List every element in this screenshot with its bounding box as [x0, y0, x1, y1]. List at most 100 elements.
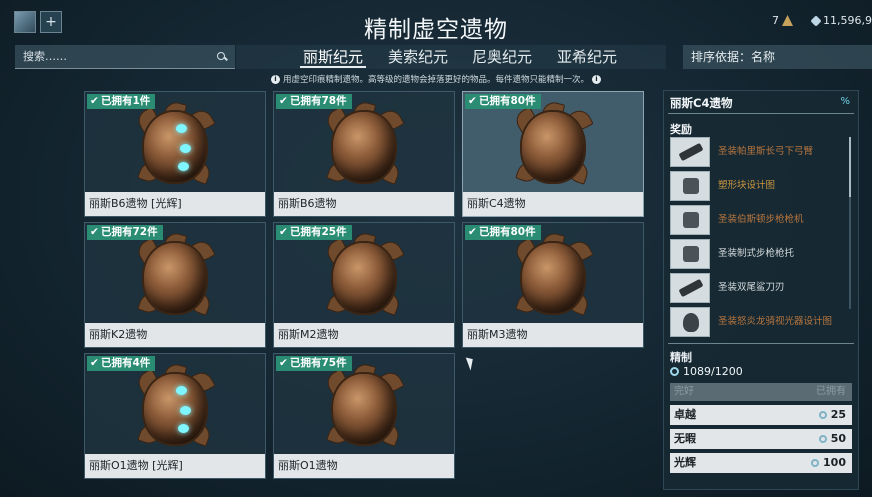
- info-help-icon[interactable]: i: [592, 75, 601, 84]
- top-bar: + 精制虚空遗物 7 11,596,9: [0, 0, 872, 44]
- owned-label: 已拥有: [816, 386, 846, 397]
- relic-icon: [134, 361, 216, 448]
- reward-name: 圣装制式步枪枪托: [718, 248, 795, 259]
- owned-count: 已拥有75件: [290, 357, 347, 369]
- relic-detail-panel: 丽斯C4遗物 % 奖励 圣装帕里斯长弓下弓臂 塑形块设计图圣装伯斯顿步枪枪机 圣装制…: [663, 90, 859, 490]
- drop-chance-icon[interactable]: %: [840, 96, 850, 107]
- relic-icon: [323, 230, 405, 317]
- reward-item[interactable]: 圣装伯斯顿步枪枪机: [670, 205, 846, 235]
- refine-heading: 精制: [670, 351, 692, 364]
- check-icon: ✔: [90, 95, 99, 107]
- scroll-thumb[interactable]: [849, 137, 851, 197]
- relic-card[interactable]: ✔ 已拥有72件丽斯K2遗物: [84, 222, 266, 348]
- relic-card[interactable]: ✔ 已拥有80件丽斯M3遗物: [462, 222, 644, 348]
- owned-badge: ✔ 已拥有1件: [87, 94, 156, 109]
- relic-card[interactable]: ✔ 已拥有80件丽斯C4遗物: [462, 91, 644, 217]
- void-trace-icon: [818, 411, 827, 419]
- stock-icon: [670, 239, 710, 269]
- info-line: i 用虚空印痕精制遗物。高等级的遗物会掉落更好的物品。每件遗物只能精制一次。 i: [0, 73, 872, 85]
- helmet-icon: [670, 307, 710, 337]
- reward-item[interactable]: 圣装双尾鲨刀刃: [670, 273, 846, 303]
- owned-badge: ✔ 已拥有78件: [276, 94, 352, 109]
- owned-badge: ✔ 已拥有25件: [276, 225, 352, 240]
- relic-card[interactable]: ✔ 已拥有25件丽斯M2遗物: [273, 222, 455, 348]
- owned-count: 已拥有72件: [101, 226, 158, 238]
- relic-name: 丽斯O1遗物: [274, 454, 454, 478]
- sort-dropdown[interactable]: 排序依据：名称: [683, 45, 872, 69]
- tab-neo[interactable]: 尼奥纪元: [469, 46, 535, 68]
- void-trace-icon: [818, 435, 827, 443]
- intact-label: 完好: [674, 386, 694, 397]
- owned-badge: ✔ 已拥有80件: [465, 94, 541, 109]
- check-icon: ✔: [279, 95, 288, 107]
- owned-count: 已拥有80件: [479, 95, 536, 107]
- endo-icon: [782, 15, 793, 26]
- tab-lith[interactable]: 丽斯纪元: [300, 46, 367, 68]
- relic-card[interactable]: ✔ 已拥有75件丽斯O1遗物: [273, 353, 455, 479]
- relic-name: 丽斯K2遗物: [85, 323, 265, 347]
- info-text: 用虚空印痕精制遗物。高等级的遗物会掉落更好的物品。每件遗物只能精制一次。: [282, 75, 589, 85]
- check-icon: ✔: [279, 357, 288, 369]
- refine-option-label: 无暇: [674, 432, 696, 445]
- era-tabs: 丽斯纪元 美索纪元 尼奥纪元 亚希纪元: [236, 45, 666, 69]
- refine-option[interactable]: 光辉 100: [670, 453, 852, 473]
- relic-name: 丽斯M3遗物: [463, 323, 643, 347]
- relic-name: 丽斯C4遗物: [463, 192, 643, 216]
- relic-card[interactable]: ✔ 已拥有4件 丽斯O1遗物 [光辉]: [84, 353, 266, 479]
- refine-option-label: 卓越: [674, 408, 696, 421]
- owned-badge: ✔ 已拥有75件: [276, 356, 352, 371]
- relic-icon: [512, 230, 594, 317]
- reward-name: 圣装伯斯顿步枪枪机: [718, 214, 804, 225]
- refine-cost: 100: [811, 453, 846, 473]
- relic-icon: [323, 99, 405, 186]
- info-icon: i: [270, 75, 280, 84]
- refine-cost-value: 25: [830, 408, 846, 421]
- search-bar: [15, 45, 235, 69]
- refine-option[interactable]: 卓越 25: [670, 405, 852, 425]
- owned-count: 已拥有25件: [290, 226, 347, 238]
- credits-value: 11,596,9: [823, 14, 872, 27]
- relic-icon: [134, 230, 216, 317]
- tab-meso[interactable]: 美索纪元: [385, 46, 451, 68]
- page-title: 精制虚空遗物: [364, 17, 508, 43]
- reward-name: 圣装双尾鲨刀刃: [718, 282, 785, 293]
- reward-name: 圣装帕里斯长弓下弓臂: [718, 146, 814, 157]
- divider: [668, 113, 854, 114]
- search-icon[interactable]: [217, 51, 227, 62]
- void-traces-value: 1089/1200: [683, 365, 743, 378]
- refine-option[interactable]: 无暇 50: [670, 429, 852, 449]
- check-icon: ✔: [90, 226, 99, 238]
- owned-count: 已拥有1件: [101, 95, 151, 107]
- refine-cost-value: 50: [830, 432, 846, 445]
- refine-cost-value: 100: [823, 456, 846, 469]
- check-icon: ✔: [279, 226, 288, 238]
- reward-item[interactable]: 圣装制式步枪枪托: [670, 239, 846, 269]
- reward-name: 圣装怒炎龙骑视光器设计图: [718, 316, 833, 327]
- search-input[interactable]: [23, 50, 217, 63]
- relic-icon: [323, 361, 405, 448]
- rewards-heading: 奖励: [670, 123, 692, 136]
- reward-item[interactable]: 圣装帕里斯长弓下弓臂: [670, 137, 846, 167]
- void-trace-icon: [670, 367, 679, 376]
- rewards-scrollbar[interactable]: [849, 137, 851, 309]
- panel-title: 丽斯C4遗物: [670, 96, 733, 110]
- relic-name: 丽斯M2遗物: [274, 323, 454, 347]
- refine-option-label: 光辉: [674, 456, 696, 469]
- refine-cost: 50: [818, 429, 846, 449]
- owned-count: 已拥有80件: [479, 226, 536, 238]
- relic-name: 丽斯O1遗物 [光辉]: [85, 454, 265, 478]
- check-icon: ✔: [468, 226, 477, 238]
- mouse-cursor-icon: [465, 355, 477, 371]
- owned-count: 已拥有78件: [290, 95, 347, 107]
- tab-axi[interactable]: 亚希纪元: [554, 46, 620, 68]
- reward-item[interactable]: 圣装怒炎龙骑视光器设计图: [670, 307, 846, 337]
- refine-option-intact: 完好 已拥有: [670, 383, 852, 401]
- refine-cost: 25: [818, 405, 846, 425]
- reward-name: 塑形块设计图: [718, 180, 776, 191]
- relic-card[interactable]: ✔ 已拥有1件 丽斯B6遗物 [光辉]: [84, 91, 266, 217]
- credits-counter: 11,596,9: [810, 14, 872, 27]
- blade-icon: [670, 273, 710, 303]
- receiver-icon: [670, 205, 710, 235]
- reward-item[interactable]: 塑形块设计图: [670, 171, 846, 201]
- relic-card[interactable]: ✔ 已拥有78件 丽斯B6遗物: [273, 91, 455, 217]
